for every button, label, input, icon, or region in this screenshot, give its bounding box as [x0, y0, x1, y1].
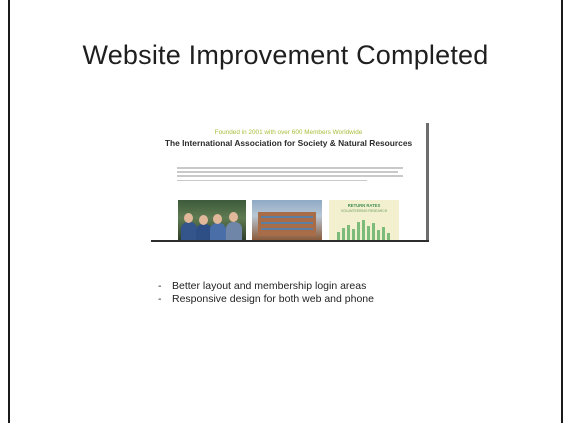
building-photo [252, 200, 322, 240]
slide: Website Improvement Completed Founded in… [0, 0, 571, 423]
screenshot-scrollbar [426, 123, 429, 242]
promo-subtitle: VOLUNTEERING RESEARCH [340, 209, 388, 213]
bullet-item: - Better layout and membership login area… [158, 280, 367, 292]
website-intro-text [177, 167, 403, 184]
slide-right-border [561, 0, 563, 423]
screenshot-bottom-edge [151, 240, 429, 242]
slide-title: Website Improvement Completed [82, 40, 489, 70]
website-screenshot: Founded in 2001 with over 600 Members Wo… [151, 123, 429, 242]
bullet-list: - Better layout and membership login area… [158, 280, 374, 305]
promo-title: RETURN RATES [347, 203, 381, 208]
bullet-item: - Responsive design for both web and phon… [158, 292, 374, 305]
promo-panel: RETURN RATES VOLUNTEERING RESEARCH [329, 200, 399, 240]
members-photo [178, 200, 246, 240]
website-org-name: The International Association for Societ… [164, 138, 413, 148]
website-tagline: Founded in 2001 with over 600 Members Wo… [214, 129, 363, 136]
